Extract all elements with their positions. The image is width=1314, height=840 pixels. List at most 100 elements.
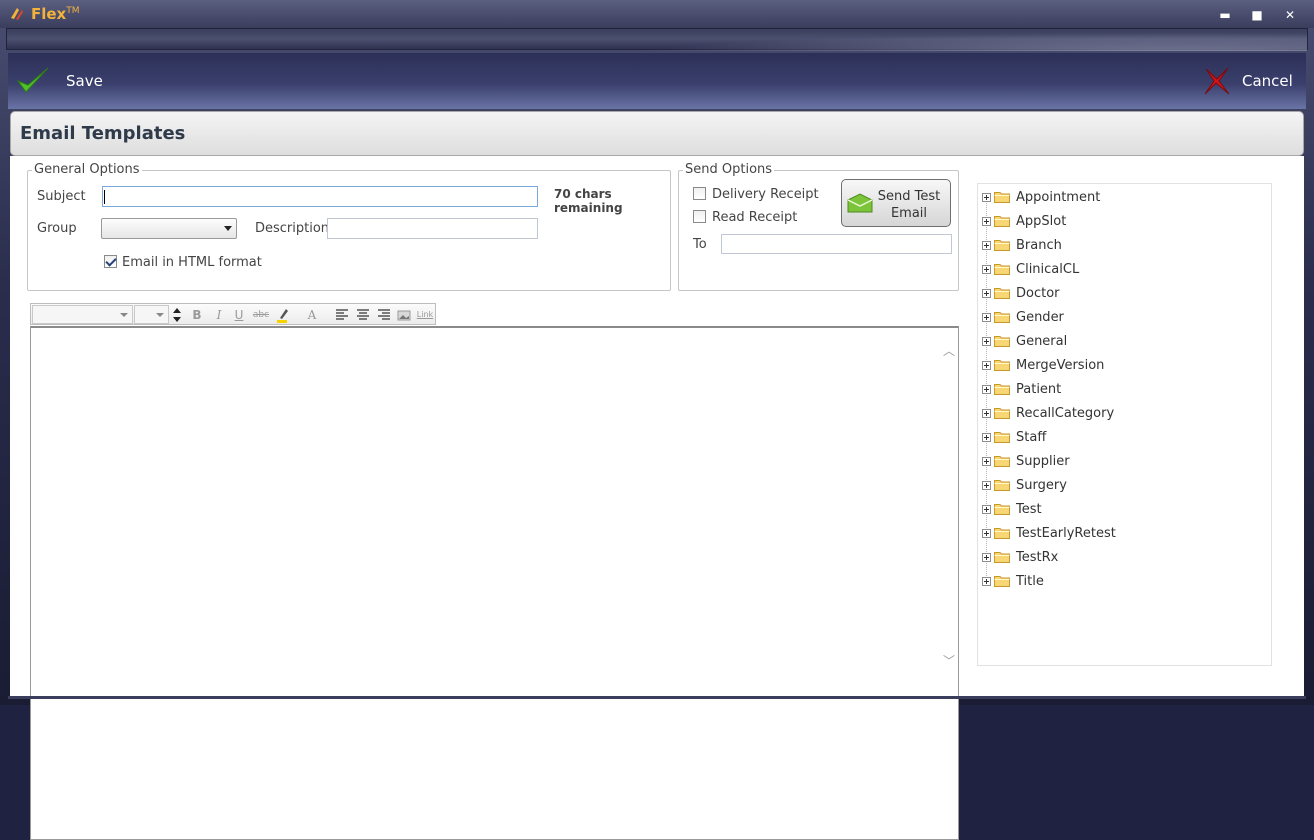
maximize-button[interactable]: ■: [1248, 8, 1266, 22]
description-label: Description: [255, 221, 330, 236]
tree-item-label: AppSlot: [1016, 213, 1067, 229]
description-input[interactable]: [327, 218, 538, 239]
folder-icon: [994, 528, 1010, 539]
folder-icon: [994, 432, 1010, 443]
tree-item[interactable]: TestRx: [982, 547, 1058, 567]
expand-icon[interactable]: [982, 432, 991, 442]
insert-image-icon[interactable]: [397, 308, 411, 322]
folder-icon: [994, 240, 1010, 251]
subject-label: Subject: [37, 189, 86, 204]
to-input[interactable]: [721, 234, 952, 254]
delivery-receipt-checkbox[interactable]: [693, 187, 706, 200]
expand-icon[interactable]: [982, 264, 991, 274]
folder-icon: [994, 192, 1010, 203]
font-color-button[interactable]: A: [303, 306, 321, 324]
tree-item[interactable]: Surgery: [982, 475, 1067, 495]
general-options-group: General Options Subject 70 chars remaini…: [27, 162, 671, 291]
scroll-up-icon[interactable]: ︿: [943, 342, 955, 359]
tree-item[interactable]: TestEarlyRetest: [982, 523, 1116, 543]
save-button[interactable]: Save: [16, 65, 103, 97]
tree-item-label: ClinicalCL: [1016, 261, 1080, 277]
italic-button[interactable]: I: [210, 306, 228, 324]
group-select[interactable]: [101, 218, 237, 239]
align-right-icon[interactable]: [377, 308, 391, 322]
font-size-combo[interactable]: [134, 305, 169, 324]
tree-item-label: Test: [1016, 501, 1042, 517]
read-receipt-checkbox[interactable]: [693, 210, 706, 223]
subject-input[interactable]: [102, 186, 538, 207]
folder-icon: [994, 312, 1010, 323]
expand-icon[interactable]: [982, 384, 991, 394]
cancel-button[interactable]: Cancel: [1202, 65, 1293, 97]
expand-icon[interactable]: [982, 480, 991, 490]
tree-item[interactable]: ClinicalCL: [982, 259, 1079, 279]
red-x-icon: [1204, 67, 1230, 95]
page-header: Email Templates: [10, 111, 1304, 156]
email-body-editor[interactable]: ︿ ﹀: [30, 326, 959, 840]
folder-icon: [994, 552, 1010, 563]
expand-icon[interactable]: [982, 192, 991, 202]
expand-icon[interactable]: [982, 288, 991, 298]
tree-item[interactable]: Branch: [982, 235, 1062, 255]
tree-item[interactable]: Appointment: [982, 187, 1100, 207]
save-label: Save: [66, 72, 103, 90]
expand-icon[interactable]: [982, 456, 991, 466]
font-size-spinner-icon[interactable]: [172, 306, 182, 324]
expand-icon[interactable]: [982, 240, 991, 250]
expand-icon[interactable]: [982, 528, 991, 538]
folder-icon: [994, 384, 1010, 395]
tree-item[interactable]: Gender: [982, 307, 1064, 327]
scroll-down-icon[interactable]: ﹀: [943, 652, 955, 669]
underline-button[interactable]: U: [230, 306, 248, 324]
cancel-label: Cancel: [1242, 72, 1293, 90]
tree-item-label: Patient: [1016, 381, 1062, 397]
tree-item[interactable]: Title: [982, 571, 1044, 591]
align-center-icon[interactable]: [356, 308, 370, 322]
align-left-icon[interactable]: [335, 308, 349, 322]
tree-item[interactable]: AppSlot: [982, 211, 1066, 231]
tree-item-label: Branch: [1016, 237, 1062, 253]
checkmark-icon: [16, 67, 49, 93]
send-test-email-label: Send Test Email: [877, 189, 941, 221]
tree-item[interactable]: General: [982, 331, 1067, 351]
tree-item[interactable]: Staff: [982, 427, 1046, 447]
editor-toolbar: B I U abc A Link: [30, 303, 436, 325]
tree-item-label: TestRx: [1016, 549, 1059, 565]
group-label: Group: [37, 221, 77, 236]
tree-item[interactable]: Supplier: [982, 451, 1070, 471]
tree-item[interactable]: Patient: [982, 379, 1061, 399]
tree-item-label: Doctor: [1016, 285, 1060, 301]
insert-link-button[interactable]: Link: [415, 306, 435, 324]
folder-icon: [994, 456, 1010, 467]
tree-item[interactable]: Doctor: [982, 283, 1060, 303]
expand-icon[interactable]: [982, 216, 991, 226]
expand-icon[interactable]: [982, 504, 991, 514]
close-window-button[interactable]: ✕: [1281, 8, 1299, 22]
title-bar[interactable]: FlexTM ▬ ■ ✕: [0, 0, 1314, 28]
folder-icon: [994, 504, 1010, 515]
envelope-icon: [847, 193, 873, 213]
folder-icon: [994, 480, 1010, 491]
html-format-label: Email in HTML format: [122, 255, 262, 270]
strikethrough-button[interactable]: abc: [250, 306, 272, 324]
bold-button[interactable]: B: [188, 306, 206, 324]
tree-item[interactable]: MergeVersion: [982, 355, 1104, 375]
tree-item-label: Title: [1016, 573, 1044, 589]
send-test-email-button[interactable]: Send Test Email: [841, 179, 951, 227]
flex-logo-icon: [11, 8, 23, 20]
tree-item[interactable]: Test: [982, 499, 1042, 519]
text-caret: [104, 190, 105, 204]
tree-item-label: General: [1016, 333, 1068, 349]
expand-icon[interactable]: [982, 552, 991, 562]
expand-icon[interactable]: [982, 408, 991, 418]
general-options-legend: General Options: [32, 162, 142, 177]
expand-icon[interactable]: [982, 576, 991, 586]
highlighter-icon[interactable]: [275, 306, 291, 324]
html-format-checkbox[interactable]: [104, 255, 117, 268]
minimize-button[interactable]: ▬: [1216, 8, 1234, 22]
expand-icon[interactable]: [982, 360, 991, 370]
expand-icon[interactable]: [982, 336, 991, 346]
tree-item[interactable]: RecallCategory: [982, 403, 1114, 423]
font-family-combo[interactable]: [32, 305, 133, 324]
expand-icon[interactable]: [982, 312, 991, 322]
